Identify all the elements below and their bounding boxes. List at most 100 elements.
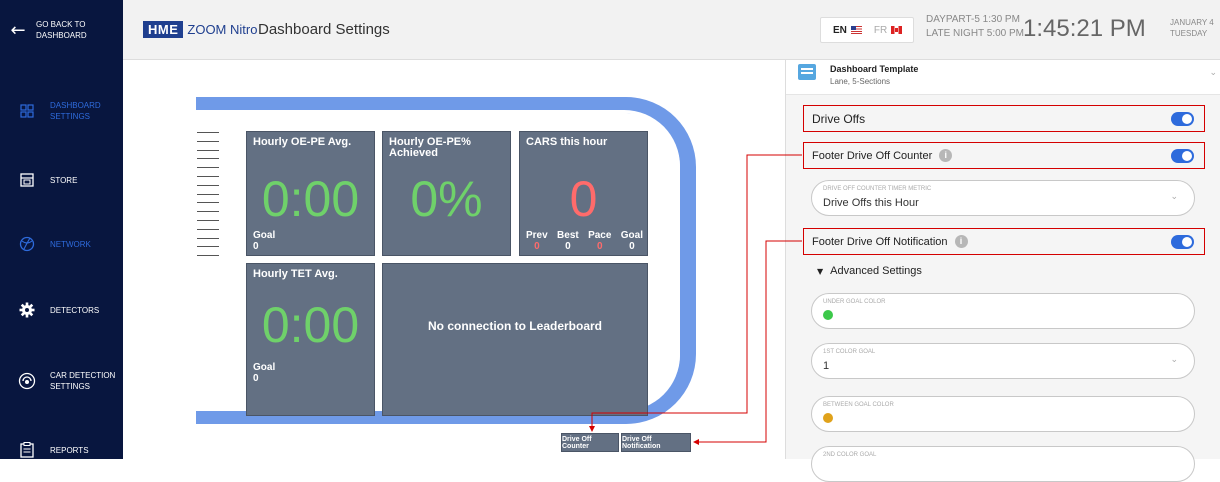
hme-logo: HME ZOOM Nitro	[143, 21, 257, 38]
sidebar-item-label: REPORTS	[50, 445, 89, 455]
date-day: JANUARY 4	[1170, 18, 1214, 27]
under-goal-color-label: UNDER GOAL COLOR	[823, 299, 886, 305]
canada-flag-icon	[891, 25, 903, 34]
sidebar-item-detectors[interactable]: DETECTORS	[0, 296, 123, 324]
chevron-down-icon: ⌄	[1170, 192, 1178, 202]
under-goal-color-swatch	[823, 310, 833, 320]
tile-title: CARS this hour	[526, 136, 608, 148]
tile-title: Hourly OE-PE Avg.	[253, 136, 352, 148]
timer-metric-select[interactable]: DRIVE OFF COUNTER TIMER METRIC Drive Off…	[811, 180, 1195, 216]
info-icon[interactable]: i	[939, 149, 953, 162]
stat-label: Pace	[588, 230, 612, 241]
between-goal-color-field[interactable]: BETWEEN GOAL COLOR	[811, 396, 1195, 432]
info-icon[interactable]: i	[954, 235, 968, 248]
dashboard-template-selector[interactable]: Dashboard Template Lane, 5-Sections ⌄	[786, 60, 1220, 95]
settings-panel: Dashboard Template Lane, 5-Sections ⌄ Dr…	[785, 60, 1220, 482]
stat-label: Best	[557, 230, 579, 241]
sidebar-item-label: NETWORK	[50, 239, 91, 249]
date-weekday: TUESDAY	[1170, 29, 1208, 38]
tile-title: Hourly OE-PE% Achieved	[389, 136, 471, 159]
sidebar-item-network[interactable]: NETWORK	[0, 230, 123, 258]
stat-value: 0	[565, 241, 571, 252]
template-title: Dashboard Template	[830, 64, 919, 74]
tile-hourly-oepe[interactable]: Hourly OE-PE Avg. 0:00 Goal 0	[246, 131, 375, 256]
sidebar-item-reports[interactable]: REPORTS	[0, 440, 123, 460]
tile-goal-value: 0	[253, 373, 259, 384]
tile-goal-label: Goal	[253, 230, 276, 241]
date: JANUARY 4 TUESDAY	[1170, 17, 1214, 39]
template-icon	[798, 64, 816, 80]
footer-counter-toggle[interactable]	[1171, 148, 1194, 163]
daypart-next: LATE NIGHT 5:00 PM	[926, 28, 1024, 39]
stat-label: Goal	[620, 230, 643, 241]
car-detection-icon	[10, 372, 44, 390]
timer-metric-label: DRIVE OFF COUNTER TIMER METRIC	[823, 186, 932, 192]
second-color-goal-label: 2ND COLOR GOAL	[823, 452, 877, 458]
timer-metric-value: Drive Offs this Hour	[823, 197, 919, 209]
first-color-goal-select[interactable]: 1ST COLOR GOAL 1 ⌄	[811, 343, 1195, 379]
footer-drive-off-counter[interactable]: Drive Off Counter	[561, 433, 619, 452]
tile-goal-value: 0	[253, 241, 259, 252]
footer-notification-row: Footer Drive Off Notification i	[803, 228, 1205, 255]
sidebar-item-store[interactable]: STORE	[0, 166, 123, 194]
tile-oepe-achieved[interactable]: Hourly OE-PE% Achieved 0%	[382, 131, 511, 256]
tile-value: 0:00	[261, 171, 360, 227]
stat-value: 0	[534, 241, 540, 252]
caret-down-icon: ▼	[817, 266, 824, 276]
tile-title: Hourly TET Avg.	[253, 268, 338, 280]
tile-cars-this-hour[interactable]: CARS this hour 0 Prev 0 Best 0 Pace 0 Goal 0	[519, 131, 648, 256]
reports-icon	[10, 442, 44, 458]
footer-notification-label: Footer Drive Off Notification	[812, 235, 948, 248]
chevron-down-icon: ⌄	[1209, 68, 1217, 78]
tile-leaderboard[interactable]: No connection to Leaderboard	[382, 263, 648, 416]
sidebar-item-car-detection-settings[interactable]: CAR DETECTION SETTINGS	[0, 364, 123, 398]
store-icon	[10, 173, 44, 187]
cars-stats: Prev 0 Best 0 Pace 0 Goal 0	[526, 230, 643, 252]
leaderboard-message: No connection to Leaderboard	[427, 319, 602, 333]
logo-hme: HME	[143, 21, 184, 38]
dashboard-icon	[10, 104, 44, 118]
drive-offs-row: Drive Offs	[803, 105, 1205, 132]
us-flag-icon	[850, 25, 862, 34]
footer-counter-label: Footer Drive Off Counter	[812, 149, 933, 162]
sidebar: ← GO BACK TO DASHBOARD DASHBOARD SETTING…	[0, 0, 123, 459]
sidebar-item-dashboard-settings[interactable]: DASHBOARD SETTINGS	[0, 96, 123, 126]
drive-offs-toggle[interactable]	[1171, 111, 1194, 126]
footer-drive-off-notification[interactable]: Drive Off Notification	[621, 433, 691, 452]
tile-value: 0:00	[261, 297, 360, 353]
template-subtitle: Lane, 5-Sections	[830, 77, 891, 86]
tile-value: 0%	[410, 171, 483, 227]
advanced-settings-toggle[interactable]: ▼ Advanced Settings	[817, 265, 922, 277]
back-label: GO BACK TO DASHBOARD	[36, 20, 87, 40]
tile-value: 0	[569, 171, 598, 227]
lang-fr-option[interactable]: FR	[874, 25, 903, 36]
lang-en-option[interactable]: EN	[833, 25, 862, 36]
first-color-goal-value: 1	[823, 360, 830, 372]
stat-best: Best 0	[557, 230, 579, 252]
sidebar-item-label: CAR DETECTION SETTINGS	[50, 371, 116, 391]
logo-product: ZOOM Nitro	[187, 22, 258, 37]
footer-notification-toggle[interactable]	[1171, 234, 1194, 249]
tile-hourly-tet[interactable]: Hourly TET Avg. 0:00 Goal 0	[246, 263, 375, 416]
sidebar-item-label: STORE	[50, 175, 78, 185]
drive-offs-label: Drive Offs	[812, 111, 866, 126]
stat-label: Prev	[526, 230, 548, 241]
footer-counter-row: Footer Drive Off Counter i	[803, 142, 1205, 169]
between-goal-color-swatch	[823, 413, 833, 423]
stat-prev: Prev 0	[526, 230, 548, 252]
between-goal-color-label: BETWEEN GOAL COLOR	[823, 402, 894, 408]
stat-value: 0	[596, 241, 603, 252]
stat-pace: Pace 0	[588, 230, 611, 252]
gear-icon	[10, 302, 44, 318]
under-goal-color-field[interactable]: UNDER GOAL COLOR	[811, 293, 1195, 329]
lang-en-label: EN	[833, 24, 847, 36]
clock: 1:45:21 PM	[1023, 15, 1146, 42]
lane-tick-lines	[197, 132, 219, 264]
back-to-dashboard-button[interactable]: ← GO BACK TO DASHBOARD	[0, 0, 123, 60]
stat-goal: Goal 0	[621, 230, 643, 252]
stat-value: 0	[629, 241, 635, 252]
network-icon	[10, 236, 44, 252]
second-color-goal-select[interactable]: 2ND COLOR GOAL	[811, 446, 1195, 482]
page-title: Dashboard Settings	[258, 21, 390, 38]
sidebar-item-label: DASHBOARD SETTINGS	[50, 101, 101, 121]
